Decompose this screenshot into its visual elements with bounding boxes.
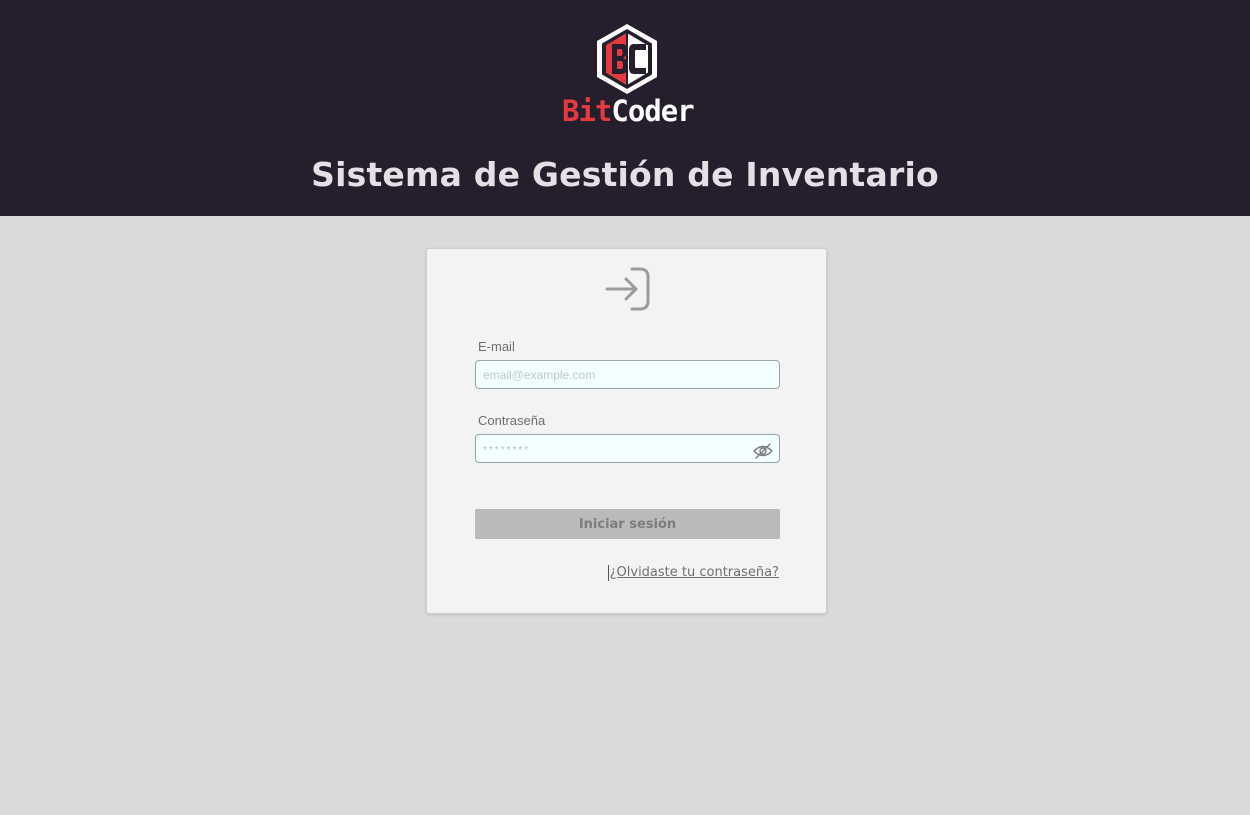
bitcoder-logo: BitCoder: [562, 22, 695, 128]
brand-wordmark-coder: Coder: [611, 94, 694, 128]
app-header: BitCoder Sistema de Gestión de Inventari…: [0, 0, 1250, 216]
password-field[interactable]: [475, 434, 780, 463]
forgot-password-link[interactable]: ¿Olvidaste tu contraseña?: [607, 565, 779, 581]
eye-off-icon[interactable]: [753, 442, 773, 460]
login-card: E-mail Contraseña Iniciar sesión ¿Olvida…: [426, 248, 827, 614]
password-label: Contraseña: [478, 413, 546, 428]
brand-wordmark-bit: Bit: [562, 94, 612, 128]
brand-wordmark: BitCoder: [562, 94, 695, 128]
email-field[interactable]: [475, 360, 780, 389]
bc-monogram-icon: [597, 24, 657, 94]
login-arrow-icon: [605, 267, 650, 311]
login-button[interactable]: Iniciar sesión: [475, 509, 780, 539]
email-label: E-mail: [478, 339, 515, 354]
page-title: Sistema de Gestión de Inventario: [311, 155, 939, 194]
